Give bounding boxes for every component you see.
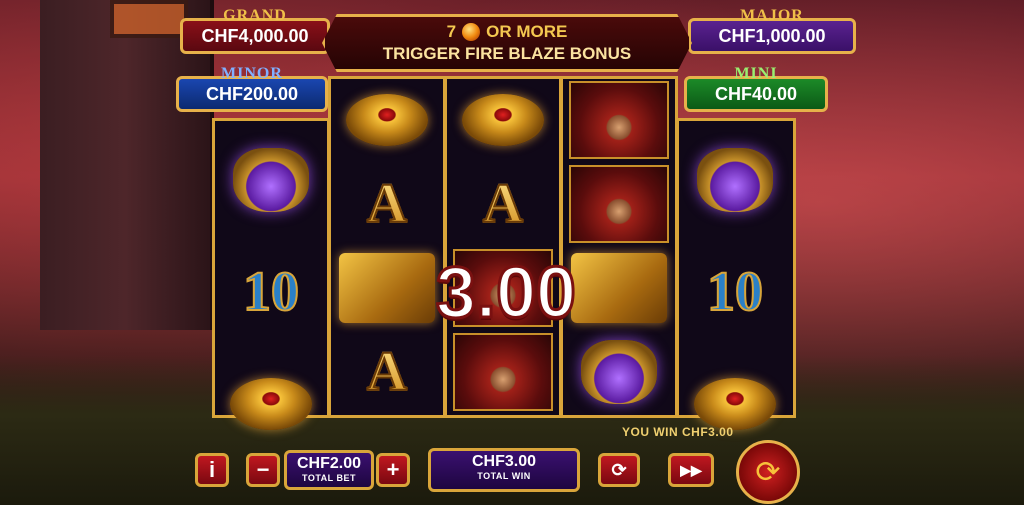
potion-symbol-icon [697, 148, 773, 212]
potion-symbol-icon [233, 148, 309, 212]
autoplay-button[interactable]: ⟳ [598, 453, 640, 487]
total-bet-value: CHF2.00 [296, 455, 362, 472]
reel-4-symbol-4 [565, 330, 673, 414]
reel-2-symbol-1 [333, 78, 441, 162]
letter-a-symbol: A [366, 172, 408, 236]
reel-1-symbol-2: 10 [217, 236, 325, 348]
jackpot-grand-value: CHF4,000.00 [201, 25, 309, 46]
wizard-symbol-icon [453, 333, 553, 411]
bonus-count: 7 [446, 22, 457, 41]
increase-bet-button[interactable]: + [376, 453, 410, 487]
reel-1-symbol-3 [217, 348, 325, 460]
total-win-label: TOTAL WIN [477, 471, 531, 481]
autoplay-icon: ⟳ [611, 459, 627, 480]
total-win-display: CHF3.00 TOTAL WIN [428, 448, 580, 492]
reel-1-symbol-1 [217, 124, 325, 236]
total-bet-display: CHF2.00 TOTAL BET [284, 450, 374, 490]
reel-3-symbol-1 [449, 78, 557, 162]
reel-3-symbol-2: A [449, 162, 557, 246]
wizard-symbol-icon [569, 165, 669, 243]
spin-button[interactable]: ⟳ [736, 440, 800, 504]
reel-2-symbol-2: A [333, 162, 441, 246]
ring-symbol-icon [694, 378, 776, 430]
decrease-bet-button[interactable]: − [246, 453, 280, 487]
ten-symbol: 10 [706, 260, 764, 324]
bonus-trigger-text: TRIGGER FIRE BLAZE BONUS [382, 44, 632, 63]
reel-3-symbol-4 [449, 330, 557, 414]
reel-4-symbol-1 [565, 78, 673, 162]
ring-symbol-icon [462, 94, 544, 146]
plus-icon: + [386, 457, 400, 482]
jackpot-grand-label: GRAND [223, 7, 287, 24]
jackpot-grand: GRAND CHF4,000.00 [180, 7, 330, 54]
letter-a-symbol: A [482, 172, 524, 236]
reel-4-symbol-2 [565, 162, 673, 246]
reel-area: 10 A A A 10 [212, 76, 796, 430]
ten-symbol: 10 [242, 260, 300, 324]
reel-5-symbol-1 [681, 124, 789, 236]
turbo-button[interactable]: ▶▶ [668, 453, 714, 487]
total-win-value: CHF3.00 [471, 453, 537, 470]
fireball-icon [462, 23, 481, 41]
win-amount: 3.00 [434, 252, 577, 335]
jackpot-major-value: CHF1,000.00 [718, 25, 826, 46]
house-window [110, 0, 188, 38]
potion-symbol-icon [581, 340, 657, 404]
reel-5-symbol-2: 10 [681, 236, 789, 348]
jackpot-major: MAJOR CHF1,000.00 [688, 7, 856, 54]
spin-icon: ⟳ [755, 454, 781, 490]
reel-2-symbol-4: A [333, 330, 441, 414]
you-win-message: YOU WIN CHF3.00 [622, 425, 734, 439]
letter-a-symbol: A [366, 340, 408, 404]
ring-symbol-icon [230, 378, 312, 430]
minus-icon: − [256, 457, 270, 482]
wizard-symbol-icon [569, 81, 669, 159]
info-icon: i [208, 457, 216, 482]
bonus-banner: 7 OR MORE TRIGGER FIRE BLAZE BONUS [322, 14, 692, 72]
jackpot-major-label: MAJOR [740, 7, 804, 24]
turbo-icon: ▶▶ [680, 461, 702, 478]
info-button[interactable]: i [195, 453, 229, 487]
bonus-or-more: OR MORE [486, 22, 568, 41]
total-bet-label: TOTAL BET [302, 473, 356, 483]
ring-symbol-icon [346, 94, 428, 146]
